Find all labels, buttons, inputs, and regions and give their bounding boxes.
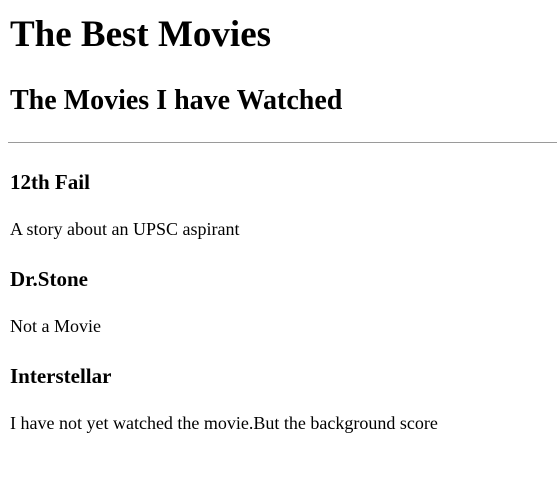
movie-title: Dr.Stone [10, 267, 88, 291]
movie-title: 12th Fail [10, 170, 90, 194]
movie-title: Interstellar [10, 364, 112, 388]
movie-description: Not a Movie [10, 316, 101, 336]
page-subtitle: The Movies I have Watched [10, 85, 343, 116]
movie-description: I have not yet watched the movie.But the… [10, 413, 438, 433]
divider [8, 142, 557, 143]
movie-description: A story about an UPSC aspirant [10, 219, 240, 239]
page-title: The Best Movies [10, 14, 272, 55]
page: The Best Movies The Movies I have Watche… [0, 0, 557, 497]
